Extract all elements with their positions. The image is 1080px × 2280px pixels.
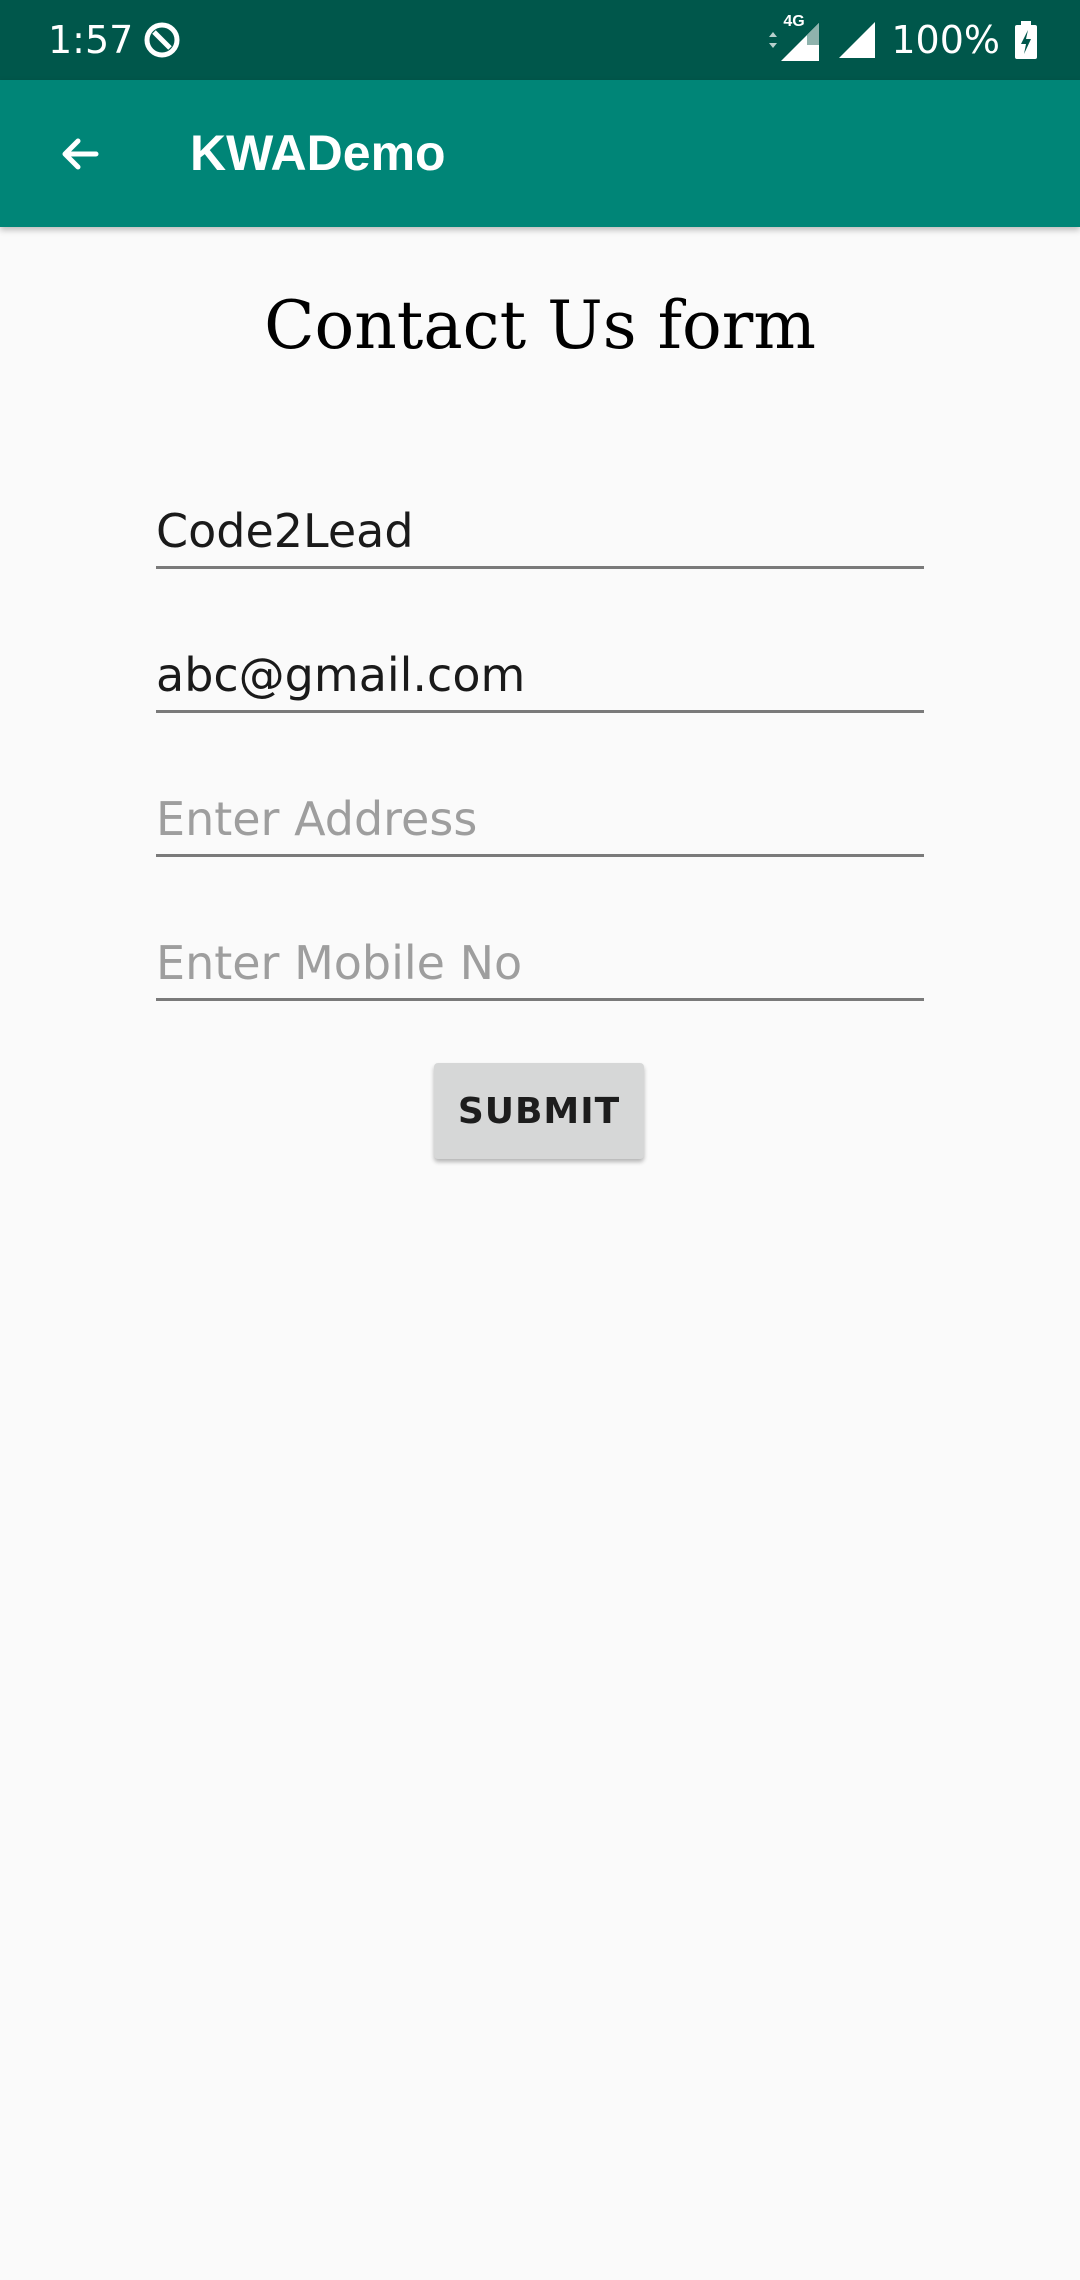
address-field-container (156, 758, 924, 857)
mobile-field-container (156, 902, 924, 1001)
app-bar: KWADemo (0, 80, 1080, 227)
form-title: Contact Us form (264, 287, 816, 364)
back-button[interactable] (36, 110, 124, 198)
name-field-container (156, 470, 924, 569)
name-input[interactable] (156, 504, 924, 558)
mobile-input[interactable] (156, 936, 924, 990)
app-notification-icon (142, 20, 182, 60)
battery-percent: 100% (891, 18, 1000, 62)
roaming-label: R (807, 45, 819, 62)
status-time: 1:57 (48, 18, 134, 62)
app-title: KWADemo (190, 125, 446, 181)
email-input[interactable] (156, 648, 924, 702)
address-input[interactable] (156, 792, 924, 846)
signal-icon (837, 20, 877, 60)
battery-charging-icon (1014, 20, 1038, 60)
email-field-container (156, 614, 924, 713)
arrow-back-icon (56, 130, 104, 178)
status-bar: 1:57 4G R 100% (0, 0, 1080, 80)
network-4g-icon: 4G R (767, 13, 823, 65)
submit-button[interactable]: SUBMIT (434, 1063, 644, 1159)
network-label: 4G (783, 13, 805, 30)
contact-form: Contact Us form SUBMIT (0, 227, 1080, 2280)
status-right-group: 4G R 100% (767, 0, 1038, 80)
